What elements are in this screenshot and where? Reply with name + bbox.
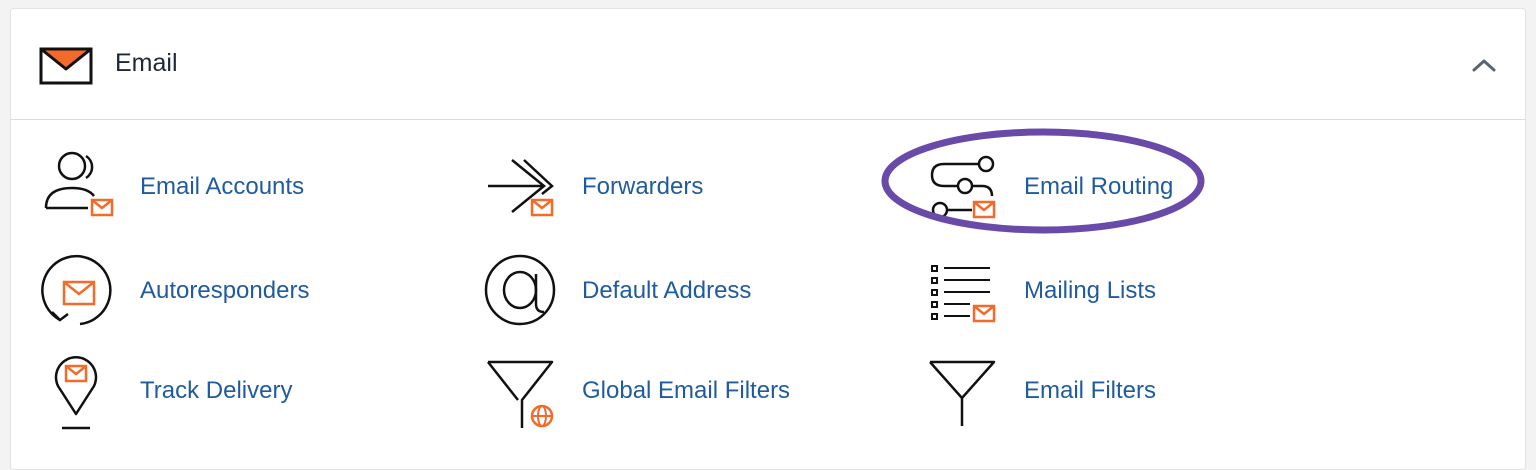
email-accounts-link[interactable]: Email Accounts xyxy=(40,148,460,228)
section-title: Email xyxy=(115,49,178,77)
routing-icon xyxy=(930,155,996,219)
panel-header[interactable]: Email xyxy=(11,9,1525,120)
email-filters-link[interactable]: Email Filters xyxy=(924,352,1344,432)
item-label: Email Accounts xyxy=(140,173,305,200)
default-address-link[interactable]: Default Address xyxy=(482,252,902,332)
forward-arrow-icon xyxy=(488,159,554,217)
global-email-filters-link[interactable]: Global Email Filters xyxy=(482,352,902,432)
chevron-up-icon[interactable] xyxy=(1469,53,1499,77)
email-routing-link[interactable]: Email Routing xyxy=(924,148,1344,228)
item-label: Forwarders xyxy=(582,173,704,200)
item-label: Global Email Filters xyxy=(582,377,791,404)
forwarders-link[interactable]: Forwarders xyxy=(482,148,902,228)
filter-globe-icon xyxy=(487,360,554,428)
envelope-icon xyxy=(39,47,93,85)
list-icon xyxy=(931,265,996,323)
item-label: Email Routing xyxy=(1024,173,1174,200)
item-label: Autoresponders xyxy=(140,277,310,304)
item-label: Email Filters xyxy=(1024,377,1157,404)
autoresponder-icon xyxy=(41,254,112,326)
filter-icon xyxy=(929,360,996,426)
at-sign-icon xyxy=(484,254,556,326)
item-label: Track Delivery xyxy=(140,377,293,404)
location-pin-icon xyxy=(54,356,98,430)
item-label: Mailing Lists xyxy=(1024,277,1157,304)
item-label: Default Address xyxy=(582,277,752,304)
track-delivery-link[interactable]: Track Delivery xyxy=(40,352,460,432)
user-email-icon xyxy=(44,151,114,217)
mailing-lists-link[interactable]: Mailing Lists xyxy=(924,252,1344,332)
autoresponders-link[interactable]: Autoresponders xyxy=(40,252,460,332)
